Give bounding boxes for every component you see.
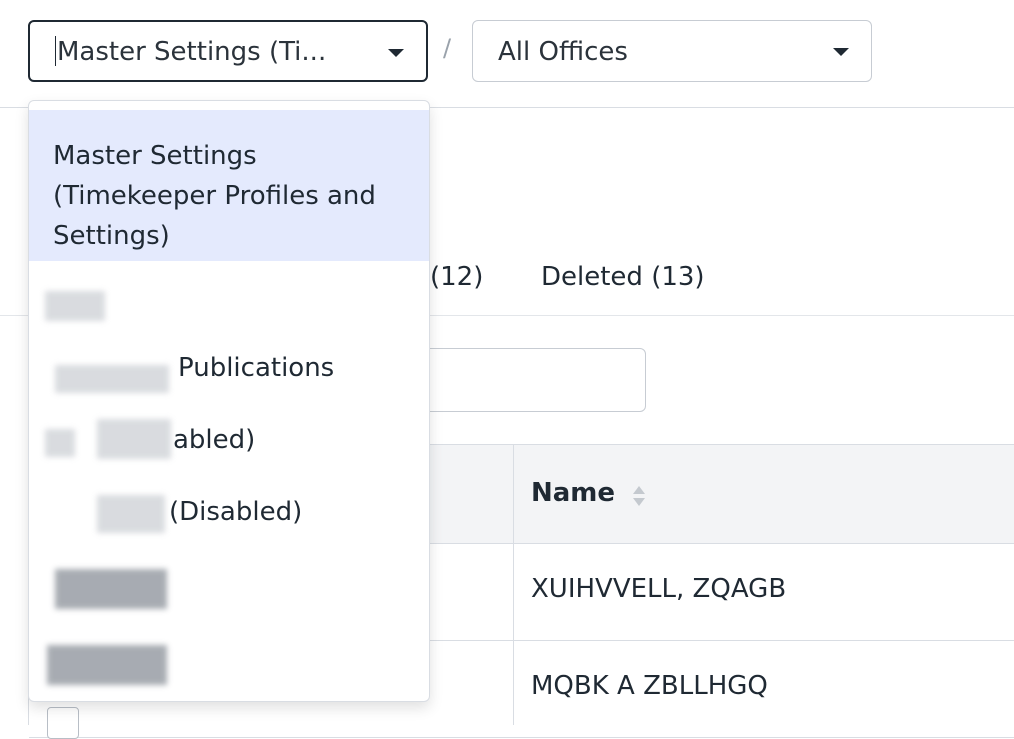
dropdown-option[interactable]: (Disabled) <box>29 481 429 553</box>
dropdown-option[interactable] <box>29 631 429 701</box>
option-label: Master Settings (Timekeeper Profiles and… <box>53 141 376 251</box>
dropdown-option[interactable] <box>29 271 429 341</box>
office-select[interactable]: All Offices <box>472 20 872 82</box>
cell-name: XUIHVVELL, ZQAGB <box>531 574 787 604</box>
redacted-text <box>47 645 167 685</box>
dropdown-option[interactable]: abled) <box>29 411 429 481</box>
text-cursor <box>55 35 56 66</box>
dropdown-option[interactable]: Publications <box>29 341 429 411</box>
option-label: Publications <box>178 353 335 383</box>
chevron-down-icon[interactable] <box>388 49 404 57</box>
option-label: (Disabled) <box>169 497 303 527</box>
office-select-value: All Offices <box>498 37 628 67</box>
chevron-down-icon[interactable] <box>833 48 849 56</box>
column-divider <box>513 445 514 725</box>
breadcrumb-separator: / <box>443 34 452 62</box>
dropdown-option-selected[interactable]: Master Settings (Timekeeper Profiles and… <box>29 110 429 261</box>
company-select[interactable]: Master Settings (Ti... <box>28 20 428 82</box>
cell-name: MQBK A ZBLLHGQ <box>531 671 768 701</box>
option-label: abled) <box>173 425 256 455</box>
company-dropdown-menu: Master Settings (Timekeeper Profiles and… <box>28 100 430 702</box>
top-bar: Master Settings (Ti... / All Offices <box>0 0 1014 108</box>
tab-active-count[interactable]: (12) <box>430 262 483 292</box>
company-select-value: Master Settings (Ti... <box>57 37 327 67</box>
redacted-text <box>55 365 169 393</box>
redacted-text <box>45 291 105 321</box>
redacted-text <box>45 429 75 457</box>
sort-icon[interactable] <box>630 483 648 509</box>
redacted-text <box>97 419 171 459</box>
row-checkbox[interactable] <box>47 707 79 739</box>
tab-deleted[interactable]: Deleted (13) <box>541 262 705 292</box>
dropdown-option[interactable] <box>29 553 429 631</box>
redacted-text <box>55 569 167 609</box>
column-header-name[interactable]: Name <box>531 478 615 508</box>
redacted-text <box>97 495 165 533</box>
